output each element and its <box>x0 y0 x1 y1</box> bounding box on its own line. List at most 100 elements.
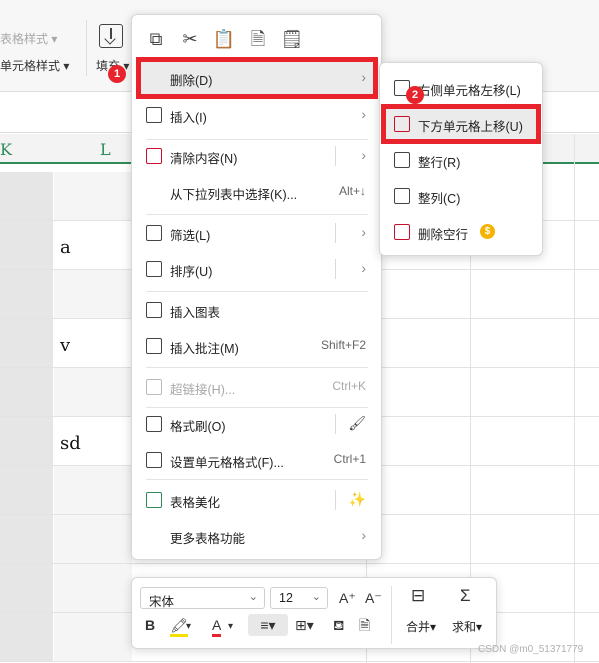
chevron-down-icon: ⌄ <box>311 591 321 603</box>
cell-style-button[interactable]: 单元格样式 ▾ <box>0 57 69 74</box>
menu-split-divider <box>335 223 336 243</box>
menu-item-filter[interactable]: 筛选(L) › <box>136 215 378 251</box>
mini-toolbar-divider <box>391 586 392 644</box>
mini-toolbar: 宋体 ⌄ 12 ⌄ A⁺ A⁻ B 🖍 ▾ A ▾ ≡▾ ⊞▾ ⛾ 🗎 ⊟ 合并… <box>131 577 497 649</box>
grid-cell[interactable] <box>0 270 53 318</box>
delete-empty-rows-icon <box>394 224 410 240</box>
chevron-right-icon: › <box>361 147 366 163</box>
paste-special-icon[interactable]: 🗒 <box>280 25 304 53</box>
menu-item-insert-comment[interactable]: 插入批注(M) Shift+F2 <box>136 328 378 364</box>
chevron-down-icon[interactable]: ▾ <box>186 618 191 636</box>
eraser-icon <box>146 148 162 164</box>
grid-cell[interactable] <box>0 172 53 220</box>
column-header-k[interactable]: K <box>0 140 12 159</box>
cut-icon[interactable]: ✂ <box>178 25 202 53</box>
menu-divider <box>146 367 368 368</box>
cell-value[interactable]: a <box>60 237 71 258</box>
chevron-down-icon: ⌄ <box>248 591 258 603</box>
paste-text-icon[interactable]: 🗎 <box>246 25 270 53</box>
borders-icon[interactable]: ⊞▾ <box>295 616 314 634</box>
step-badge-1: 1 <box>108 65 126 83</box>
font-family-select[interactable]: 宋体 ⌄ <box>140 587 265 609</box>
menu-item-format-cells[interactable]: 设置单元格格式(F)... Ctrl+1 <box>136 442 378 478</box>
grid-cell[interactable] <box>0 613 53 661</box>
magic-wand-icon[interactable]: ✨ <box>349 491 366 508</box>
step-badge-2: 2 <box>406 86 424 104</box>
menu-item-clear-content[interactable]: 清除内容(N) › <box>136 138 378 174</box>
column-header-l[interactable]: L <box>100 140 111 159</box>
sum-button[interactable]: 求和▾ <box>452 618 482 635</box>
menu-item-hyperlink: 超链接(H)... Ctrl+K <box>136 369 378 405</box>
chevron-right-icon: › <box>361 260 366 276</box>
grid-cell[interactable] <box>54 564 132 612</box>
grid-cell[interactable] <box>0 221 53 269</box>
menu-split-divider <box>335 259 336 279</box>
grid-cell[interactable] <box>54 515 132 563</box>
grid-cell[interactable] <box>0 417 53 465</box>
watermark: CSDN @m0_51371779 <box>478 644 584 655</box>
table-beautify-icon <box>146 492 162 508</box>
highlight-box-shift-up <box>381 104 541 144</box>
table-style-button[interactable]: 表格样式 ▾ <box>0 30 57 47</box>
link-icon <box>146 379 162 395</box>
comment-icon <box>146 338 162 354</box>
grid-cell[interactable] <box>0 466 53 514</box>
fill-icon[interactable] <box>99 24 123 48</box>
grid-cell[interactable] <box>54 613 132 661</box>
submenu-item-entire-column[interactable]: 整列(C) <box>384 179 540 213</box>
highlight-box-delete <box>136 57 378 99</box>
format-painter-icon <box>146 416 162 432</box>
format-cells-icon <box>146 452 162 468</box>
grid-cell[interactable] <box>0 319 53 367</box>
delete-submenu: 右侧单元格左移(L) 下方单元格上移(U) 整行(R) 整列(C) 删除空行 $ <box>379 62 543 256</box>
filter-icon <box>146 225 162 241</box>
menu-item-sort[interactable]: 排序(U) › <box>136 251 378 287</box>
sum-icon[interactable]: Σ <box>460 587 471 605</box>
chart-icon <box>146 302 162 318</box>
bold-button[interactable]: B <box>145 616 155 634</box>
chevron-right-icon: › <box>361 106 366 122</box>
grid-cell[interactable] <box>54 270 132 318</box>
submenu-item-delete-empty-rows[interactable]: 删除空行 $ <box>384 215 540 249</box>
delete-row-icon <box>394 152 410 168</box>
cell-value[interactable]: v <box>60 335 70 356</box>
font-grow-icon[interactable]: A⁺ <box>339 589 356 607</box>
copy-icon[interactable]: ⧉ <box>144 25 168 53</box>
grid-cell[interactable] <box>54 368 132 416</box>
menu-item-format-painter[interactable]: 格式刷(O) 🖌 <box>136 406 378 442</box>
menu-split-divider <box>335 490 336 510</box>
font-size-select[interactable]: 12 ⌄ <box>270 587 328 609</box>
grid-cell[interactable] <box>0 564 53 612</box>
chevron-right-icon: › <box>361 527 366 543</box>
menu-item-table-beautify[interactable]: 表格美化 ✨ <box>136 482 378 518</box>
delete-column-icon <box>394 188 410 204</box>
merge-icon[interactable]: ⊟ <box>411 587 425 605</box>
ribbon-divider <box>86 20 87 76</box>
grid-cell[interactable] <box>54 172 132 220</box>
grid-column-line <box>574 134 575 663</box>
menu-item-pick-from-list[interactable]: 从下拉列表中选择(K)... Alt+↓ <box>136 174 378 210</box>
premium-coin-icon: $ <box>480 224 495 239</box>
brush-icon[interactable]: 🖌 <box>348 415 366 432</box>
font-shrink-icon[interactable]: A⁻ <box>365 589 382 607</box>
format-icon[interactable]: 🗎 <box>359 616 370 634</box>
menu-item-insert-chart[interactable]: 插入图表 <box>136 292 378 328</box>
menu-split-divider <box>335 414 336 434</box>
menu-split-divider <box>335 146 336 166</box>
paste-icon[interactable]: 📋 <box>212 25 236 53</box>
grid-cell[interactable] <box>54 466 132 514</box>
grid-cell[interactable] <box>0 515 53 563</box>
merge-button[interactable]: 合并▾ <box>406 618 436 635</box>
sort-icon <box>146 261 162 277</box>
chevron-right-icon: › <box>361 224 366 240</box>
submenu-item-entire-row[interactable]: 整行(R) <box>384 143 540 177</box>
font-color-icon[interactable]: A <box>212 616 222 637</box>
chevron-down-icon[interactable]: ▾ <box>228 618 233 636</box>
fill-bucket-icon[interactable]: ⛾ <box>333 616 344 634</box>
insert-icon <box>146 107 162 123</box>
menu-item-more-table-features[interactable]: 更多表格功能 › <box>136 518 378 554</box>
align-button[interactable]: ≡▾ <box>248 614 288 636</box>
cell-value[interactable]: sd <box>60 433 81 454</box>
menu-item-insert[interactable]: 插入(I) › <box>136 97 378 133</box>
grid-cell[interactable] <box>0 368 53 416</box>
